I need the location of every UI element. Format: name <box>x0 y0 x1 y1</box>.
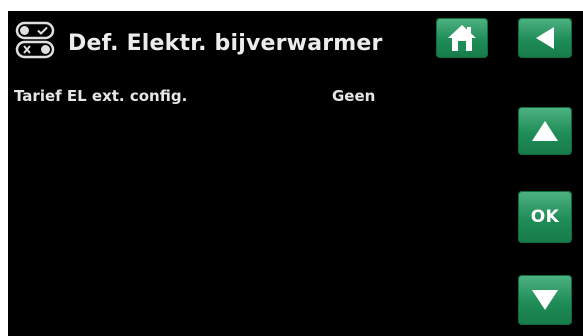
up-button[interactable] <box>518 107 572 155</box>
page-title: Def. Elektr. bijverwarmer <box>68 31 383 56</box>
setting-value: Geen <box>332 87 376 105</box>
up-arrow-icon <box>532 121 558 141</box>
back-arrow-icon <box>536 27 554 49</box>
down-arrow-icon <box>532 290 558 310</box>
home-icon <box>448 25 476 51</box>
setting-row-tarief-el[interactable]: Tarief EL ext. config. Geen <box>14 87 414 107</box>
ok-button[interactable]: OK <box>518 191 572 243</box>
setting-label: Tarief EL ext. config. <box>14 87 188 105</box>
toggle-settings-icon <box>15 21 55 59</box>
ok-label: OK <box>530 207 560 227</box>
back-button[interactable] <box>518 18 572 58</box>
screen: Def. Elektr. bijverwarmer Tarief EL ext.… <box>8 11 583 336</box>
down-button[interactable] <box>518 275 572 325</box>
home-button[interactable] <box>436 18 488 58</box>
